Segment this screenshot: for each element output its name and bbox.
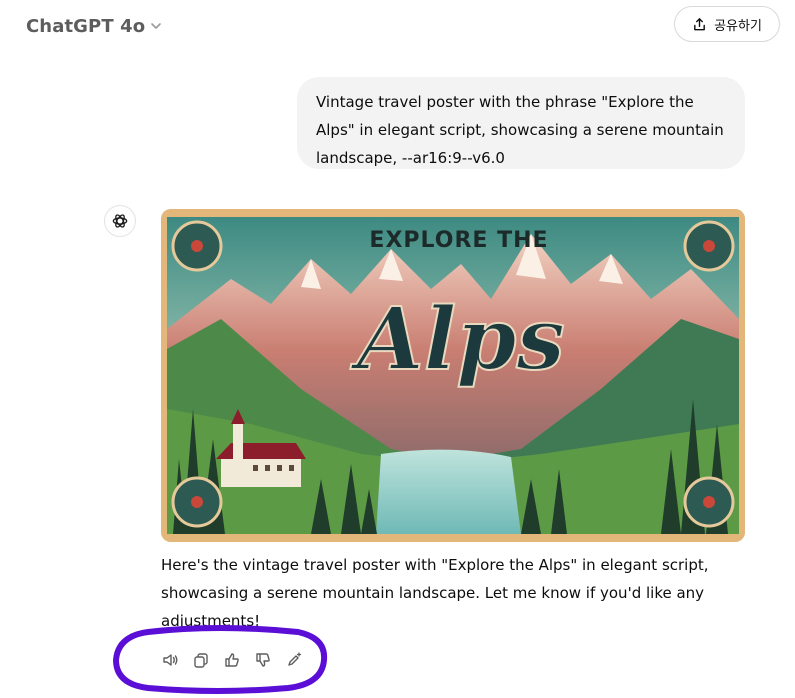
openai-logo-icon xyxy=(112,214,128,228)
model-label: ChatGPT 4o xyxy=(26,15,146,37)
assistant-avatar xyxy=(104,205,136,237)
generated-image[interactable]: EXPLORE THE Alps xyxy=(161,209,745,542)
poster-script-title: Alps xyxy=(350,289,565,390)
poster-heading: EXPLORE THE xyxy=(369,228,548,253)
annotation-circle xyxy=(112,625,328,694)
top-bar: ChatGPT 4o 공유하기 xyxy=(0,0,795,52)
share-button[interactable]: 공유하기 xyxy=(674,6,780,42)
model-selector[interactable]: ChatGPT 4o xyxy=(18,9,171,43)
user-message: Vintage travel poster with the phrase "E… xyxy=(297,77,745,169)
share-icon xyxy=(694,17,705,30)
chevron-down-icon xyxy=(151,23,161,29)
share-label: 공유하기 xyxy=(714,18,762,34)
